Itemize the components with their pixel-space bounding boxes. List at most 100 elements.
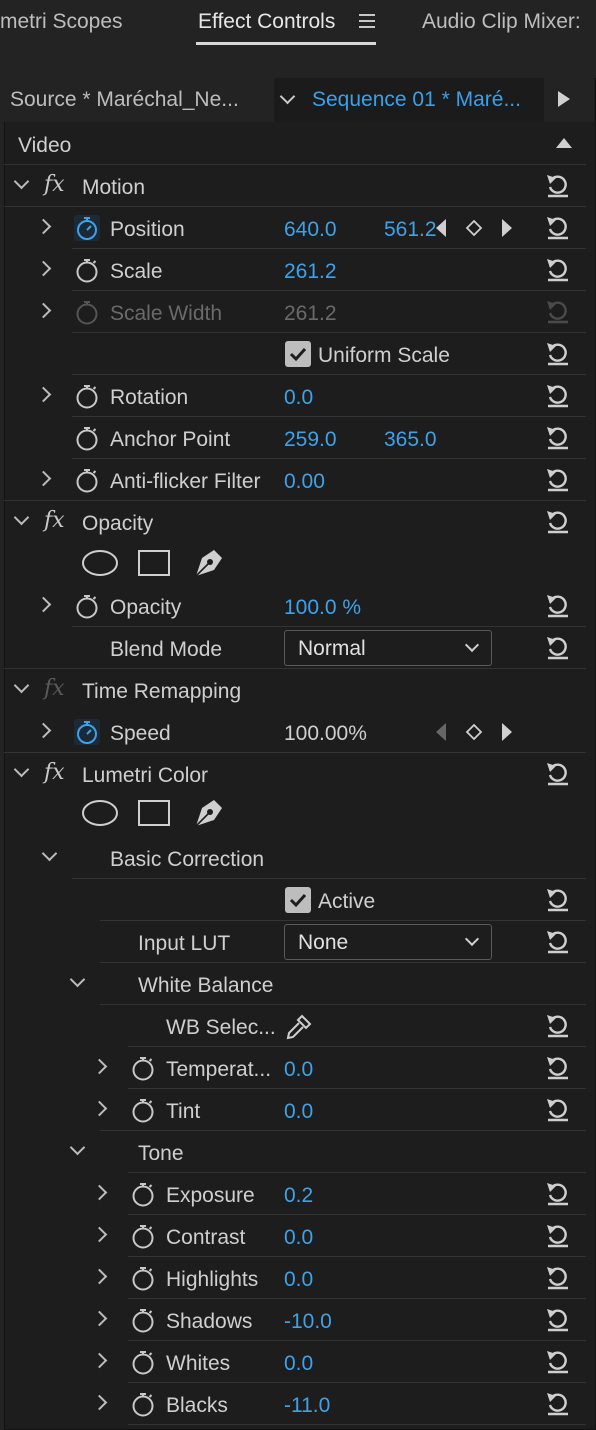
expand-arrow-icon[interactable] [91,1310,108,1327]
highlights-value[interactable]: 0.0 [284,1268,313,1292]
collapse-arrow-icon[interactable] [13,509,30,526]
active-checkbox[interactable] [285,887,311,913]
reset-icon[interactable] [544,340,572,366]
uniform-scale-checkbox[interactable] [285,341,311,367]
tone-header[interactable]: Tone [4,1132,586,1173]
reset-icon[interactable] [544,1180,572,1206]
sequence-clip-tab[interactable]: Sequence 01 * Maré... [312,88,521,112]
fx-icon[interactable]: fx [44,172,65,197]
eyedropper-icon[interactable] [284,1012,314,1042]
stopwatch-icon[interactable] [74,383,100,409]
reset-icon[interactable] [544,382,572,408]
expand-arrow-icon[interactable] [91,1184,108,1201]
expand-arrow-icon[interactable] [35,470,52,487]
blend-mode-dropdown[interactable]: Normal [284,630,492,666]
reset-icon[interactable] [544,928,572,954]
rotation-value[interactable]: 0.0 [284,386,313,410]
reset-icon[interactable] [544,1096,572,1122]
reset-icon[interactable] [544,634,572,660]
anchor-x-value[interactable]: 259.0 [284,428,337,452]
collapse-arrow-icon[interactable] [69,971,86,988]
reset-icon[interactable] [544,172,572,198]
reset-icon[interactable] [544,760,572,786]
speed-value[interactable]: 100.00% [284,722,367,746]
stopwatch-active-icon[interactable] [74,719,100,745]
stopwatch-icon[interactable] [130,1349,156,1375]
pen-mask-icon[interactable] [188,794,228,830]
reset-icon[interactable] [544,1054,572,1080]
expand-arrow-icon[interactable] [35,722,52,739]
expand-arrow-icon[interactable] [91,1100,108,1117]
pen-mask-icon[interactable] [188,544,228,580]
reset-icon[interactable] [544,508,572,534]
temperature-value[interactable]: 0.0 [284,1058,313,1082]
contrast-value[interactable]: 0.0 [284,1226,313,1250]
expand-arrow-icon[interactable] [91,1352,108,1369]
collapse-arrow-icon[interactable] [41,845,58,862]
expand-arrow-icon[interactable] [35,302,52,319]
tab-effect-controls[interactable]: Effect Controls [198,10,335,34]
tint-value[interactable]: 0.0 [284,1100,313,1124]
ellipse-mask-icon[interactable] [80,798,120,828]
exposure-value[interactable]: 0.2 [284,1184,313,1208]
collapse-arrow-icon[interactable] [13,173,30,190]
anchor-y-value[interactable]: 365.0 [384,428,437,452]
stopwatch-icon[interactable] [74,425,100,451]
whites-value[interactable]: 0.0 [284,1352,313,1376]
keyframe-navigator-icon[interactable] [434,216,514,240]
effect-motion-header[interactable]: fx Motion [4,166,586,207]
tab-audio-clip-mixer[interactable]: Audio Clip Mixer: [422,10,581,34]
anti-flicker-value[interactable]: 0.00 [284,470,325,494]
position-x-value[interactable]: 640.0 [284,218,337,242]
reset-icon[interactable] [544,592,572,618]
reset-icon[interactable] [544,1390,572,1416]
blacks-value[interactable]: -11.0 [284,1394,330,1418]
collapse-arrow-icon[interactable] [13,761,30,778]
stopwatch-icon[interactable] [74,257,100,283]
expand-arrow-icon[interactable] [91,1058,108,1075]
reset-icon[interactable] [544,886,572,912]
tab-lumetri-scopes[interactable]: metri Scopes [0,10,123,34]
reset-icon[interactable] [544,1306,572,1332]
reset-icon[interactable] [544,1012,572,1038]
scroll-up-icon[interactable] [556,138,572,148]
reset-icon[interactable] [544,1222,572,1248]
reset-icon[interactable] [544,424,572,450]
collapse-arrow-icon[interactable] [69,1139,86,1156]
reset-icon[interactable] [544,214,572,240]
basic-correction-header[interactable]: Basic Correction [4,838,586,879]
stopwatch-icon[interactable] [130,1097,156,1123]
effect-opacity-header[interactable]: fx Opacity [4,502,586,543]
expand-arrow-icon[interactable] [91,1226,108,1243]
stopwatch-icon[interactable] [130,1265,156,1291]
rectangle-mask-icon[interactable] [136,548,172,578]
fx-icon[interactable]: fx [44,760,65,785]
expand-arrow-icon[interactable] [35,596,52,613]
panel-menu-icon[interactable] [359,14,375,28]
expand-arrow-icon[interactable] [91,1268,108,1285]
position-y-value[interactable]: 561.2 [384,218,437,242]
reset-icon[interactable] [544,466,572,492]
expand-arrow-icon[interactable] [35,386,52,403]
white-balance-header[interactable]: White Balance [4,964,586,1005]
reset-icon[interactable] [544,1264,572,1290]
stopwatch-icon[interactable] [74,593,100,619]
expand-arrow-icon[interactable] [35,218,52,235]
stopwatch-icon[interactable] [130,1391,156,1417]
stopwatch-icon[interactable] [130,1181,156,1207]
stopwatch-icon[interactable] [130,1223,156,1249]
effect-lumetri-header[interactable]: fx Lumetri Color [4,754,586,795]
stopwatch-active-icon[interactable] [74,215,100,241]
reset-icon[interactable] [544,256,572,282]
source-clip-tab[interactable]: Source * Maréchal_Ne... [10,88,239,112]
input-lut-dropdown[interactable]: None [284,924,492,960]
stopwatch-icon[interactable] [130,1055,156,1081]
opacity-value[interactable]: 100.0 % [284,596,361,620]
keyframe-navigator-icon[interactable] [434,720,514,744]
play-only-icon[interactable] [558,91,570,107]
rectangle-mask-icon[interactable] [136,798,172,828]
expand-arrow-icon[interactable] [91,1394,108,1411]
stopwatch-icon[interactable] [130,1307,156,1333]
shadows-value[interactable]: -10.0 [284,1310,332,1334]
fx-icon[interactable]: fx [44,508,65,533]
